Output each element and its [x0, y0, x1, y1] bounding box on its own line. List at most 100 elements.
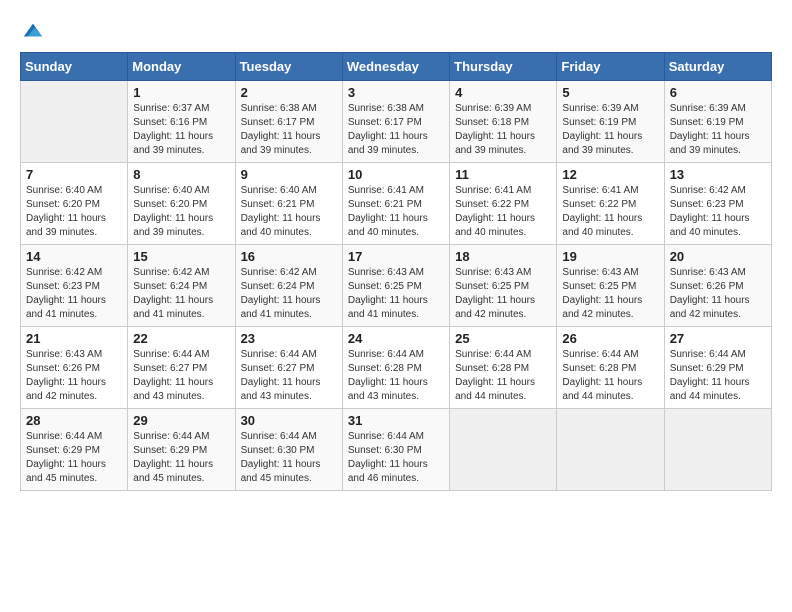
- calendar-cell: 17 Sunrise: 6:43 AMSunset: 6:25 PMDayligh…: [342, 245, 449, 327]
- day-info: Sunrise: 6:39 AMSunset: 6:19 PMDaylight:…: [670, 102, 766, 158]
- calendar-header-row: SundayMondayTuesdayWednesdayThursdayFrid…: [21, 53, 772, 81]
- day-info: Sunrise: 6:40 AMSunset: 6:21 PMDaylight:…: [241, 184, 337, 240]
- day-number: 25: [455, 331, 551, 346]
- day-info: Sunrise: 6:44 AMSunset: 6:29 PMDaylight:…: [670, 348, 766, 404]
- calendar-cell: [664, 409, 771, 491]
- day-number: 30: [241, 413, 337, 428]
- calendar-cell: 15 Sunrise: 6:42 AMSunset: 6:24 PMDayligh…: [128, 245, 235, 327]
- day-info: Sunrise: 6:42 AMSunset: 6:24 PMDaylight:…: [133, 266, 229, 322]
- calendar-cell: 13 Sunrise: 6:42 AMSunset: 6:23 PMDayligh…: [664, 163, 771, 245]
- header-friday: Friday: [557, 53, 664, 81]
- calendar-cell: 12 Sunrise: 6:41 AMSunset: 6:22 PMDayligh…: [557, 163, 664, 245]
- calendar-cell: 18 Sunrise: 6:43 AMSunset: 6:25 PMDayligh…: [450, 245, 557, 327]
- calendar-cell: 24 Sunrise: 6:44 AMSunset: 6:28 PMDayligh…: [342, 327, 449, 409]
- calendar-cell: 8 Sunrise: 6:40 AMSunset: 6:20 PMDaylight…: [128, 163, 235, 245]
- day-info: Sunrise: 6:44 AMSunset: 6:28 PMDaylight:…: [348, 348, 444, 404]
- calendar-cell: 25 Sunrise: 6:44 AMSunset: 6:28 PMDayligh…: [450, 327, 557, 409]
- header-sunday: Sunday: [21, 53, 128, 81]
- calendar-cell: [21, 81, 128, 163]
- day-number: 21: [26, 331, 122, 346]
- day-number: 28: [26, 413, 122, 428]
- day-info: Sunrise: 6:44 AMSunset: 6:29 PMDaylight:…: [133, 430, 229, 486]
- day-number: 6: [670, 85, 766, 100]
- day-info: Sunrise: 6:43 AMSunset: 6:25 PMDaylight:…: [455, 266, 551, 322]
- header-tuesday: Tuesday: [235, 53, 342, 81]
- day-info: Sunrise: 6:42 AMSunset: 6:23 PMDaylight:…: [670, 184, 766, 240]
- day-number: 23: [241, 331, 337, 346]
- header-thursday: Thursday: [450, 53, 557, 81]
- day-info: Sunrise: 6:41 AMSunset: 6:22 PMDaylight:…: [455, 184, 551, 240]
- day-info: Sunrise: 6:38 AMSunset: 6:17 PMDaylight:…: [241, 102, 337, 158]
- calendar-week-row: 7 Sunrise: 6:40 AMSunset: 6:20 PMDaylight…: [21, 163, 772, 245]
- day-number: 20: [670, 249, 766, 264]
- calendar-cell: 9 Sunrise: 6:40 AMSunset: 6:21 PMDaylight…: [235, 163, 342, 245]
- day-number: 8: [133, 167, 229, 182]
- day-number: 17: [348, 249, 444, 264]
- day-info: Sunrise: 6:41 AMSunset: 6:21 PMDaylight:…: [348, 184, 444, 240]
- day-info: Sunrise: 6:39 AMSunset: 6:18 PMDaylight:…: [455, 102, 551, 158]
- day-number: 29: [133, 413, 229, 428]
- day-number: 15: [133, 249, 229, 264]
- day-info: Sunrise: 6:42 AMSunset: 6:23 PMDaylight:…: [26, 266, 122, 322]
- calendar-week-row: 28 Sunrise: 6:44 AMSunset: 6:29 PMDayligh…: [21, 409, 772, 491]
- calendar-week-row: 1Sunrise: 6:37 AMSunset: 6:16 PMDaylight…: [21, 81, 772, 163]
- day-info: Sunrise: 6:44 AMSunset: 6:30 PMDaylight:…: [241, 430, 337, 486]
- day-info: Sunrise: 6:43 AMSunset: 6:25 PMDaylight:…: [348, 266, 444, 322]
- calendar-cell: 5 Sunrise: 6:39 AMSunset: 6:19 PMDaylight…: [557, 81, 664, 163]
- calendar-cell: 11 Sunrise: 6:41 AMSunset: 6:22 PMDayligh…: [450, 163, 557, 245]
- day-info: Sunrise: 6:44 AMSunset: 6:30 PMDaylight:…: [348, 430, 444, 486]
- day-info: Sunrise: 6:37 AMSunset: 6:16 PMDaylight:…: [133, 102, 229, 158]
- day-number: 4: [455, 85, 551, 100]
- calendar-cell: 4 Sunrise: 6:39 AMSunset: 6:18 PMDaylight…: [450, 81, 557, 163]
- day-info: Sunrise: 6:44 AMSunset: 6:28 PMDaylight:…: [562, 348, 658, 404]
- day-number: 5: [562, 85, 658, 100]
- day-number: 19: [562, 249, 658, 264]
- day-info: Sunrise: 6:44 AMSunset: 6:27 PMDaylight:…: [241, 348, 337, 404]
- day-info: Sunrise: 6:41 AMSunset: 6:22 PMDaylight:…: [562, 184, 658, 240]
- day-number: 26: [562, 331, 658, 346]
- header-saturday: Saturday: [664, 53, 771, 81]
- calendar-cell: [557, 409, 664, 491]
- calendar-cell: 7 Sunrise: 6:40 AMSunset: 6:20 PMDaylight…: [21, 163, 128, 245]
- calendar-cell: 14 Sunrise: 6:42 AMSunset: 6:23 PMDayligh…: [21, 245, 128, 327]
- day-number: 9: [241, 167, 337, 182]
- calendar-cell: 20 Sunrise: 6:43 AMSunset: 6:26 PMDayligh…: [664, 245, 771, 327]
- calendar-cell: 2 Sunrise: 6:38 AMSunset: 6:17 PMDaylight…: [235, 81, 342, 163]
- day-info: Sunrise: 6:43 AMSunset: 6:26 PMDaylight:…: [26, 348, 122, 404]
- calendar-cell: 22Sunrise: 6:44 AMSunset: 6:27 PMDayligh…: [128, 327, 235, 409]
- calendar-cell: 21 Sunrise: 6:43 AMSunset: 6:26 PMDayligh…: [21, 327, 128, 409]
- day-number: 27: [670, 331, 766, 346]
- day-number: 24: [348, 331, 444, 346]
- day-info: Sunrise: 6:42 AMSunset: 6:24 PMDaylight:…: [241, 266, 337, 322]
- day-info: Sunrise: 6:44 AMSunset: 6:28 PMDaylight:…: [455, 348, 551, 404]
- calendar-table: SundayMondayTuesdayWednesdayThursdayFrid…: [20, 52, 772, 491]
- day-number: 14: [26, 249, 122, 264]
- calendar-cell: 6 Sunrise: 6:39 AMSunset: 6:19 PMDaylight…: [664, 81, 771, 163]
- calendar-cell: 26 Sunrise: 6:44 AMSunset: 6:28 PMDayligh…: [557, 327, 664, 409]
- day-number: 7: [26, 167, 122, 182]
- day-number: 12: [562, 167, 658, 182]
- calendar-cell: 3Sunrise: 6:38 AMSunset: 6:17 PMDaylight…: [342, 81, 449, 163]
- day-info: Sunrise: 6:40 AMSunset: 6:20 PMDaylight:…: [26, 184, 122, 240]
- day-info: Sunrise: 6:39 AMSunset: 6:19 PMDaylight:…: [562, 102, 658, 158]
- day-info: Sunrise: 6:43 AMSunset: 6:26 PMDaylight:…: [670, 266, 766, 322]
- calendar-cell: 1Sunrise: 6:37 AMSunset: 6:16 PMDaylight…: [128, 81, 235, 163]
- calendar-cell: 28 Sunrise: 6:44 AMSunset: 6:29 PMDayligh…: [21, 409, 128, 491]
- day-number: 18: [455, 249, 551, 264]
- day-number: 11: [455, 167, 551, 182]
- day-info: Sunrise: 6:44 AMSunset: 6:29 PMDaylight:…: [26, 430, 122, 486]
- calendar-week-row: 14 Sunrise: 6:42 AMSunset: 6:23 PMDayligh…: [21, 245, 772, 327]
- day-number: 31: [348, 413, 444, 428]
- page-header: [20, 20, 772, 42]
- day-number: 13: [670, 167, 766, 182]
- calendar-cell: [450, 409, 557, 491]
- calendar-cell: 27 Sunrise: 6:44 AMSunset: 6:29 PMDayligh…: [664, 327, 771, 409]
- calendar-cell: 29 Sunrise: 6:44 AMSunset: 6:29 PMDayligh…: [128, 409, 235, 491]
- calendar-week-row: 21 Sunrise: 6:43 AMSunset: 6:26 PMDayligh…: [21, 327, 772, 409]
- calendar-cell: 16Sunrise: 6:42 AMSunset: 6:24 PMDayligh…: [235, 245, 342, 327]
- day-number: 2: [241, 85, 337, 100]
- day-info: Sunrise: 6:40 AMSunset: 6:20 PMDaylight:…: [133, 184, 229, 240]
- header-monday: Monday: [128, 53, 235, 81]
- day-number: 10: [348, 167, 444, 182]
- day-number: 22: [133, 331, 229, 346]
